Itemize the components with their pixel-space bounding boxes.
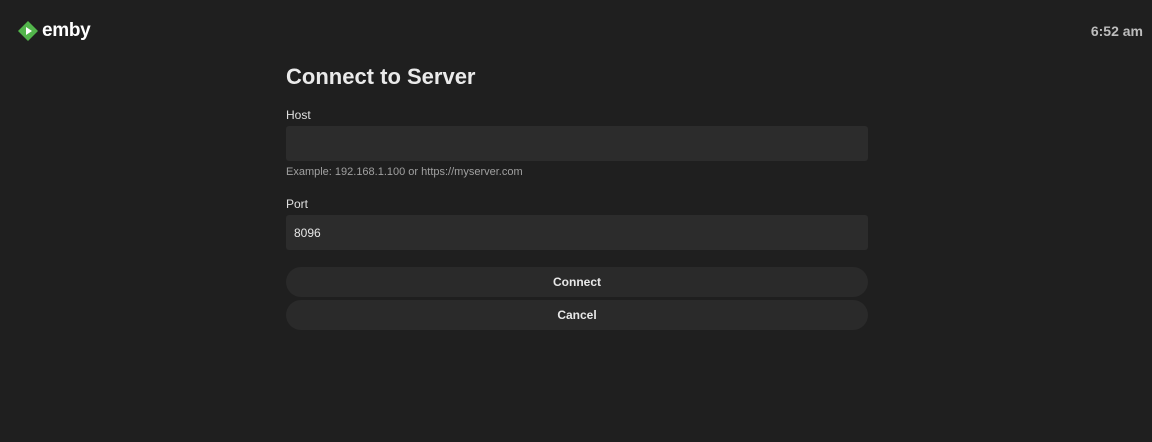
connect-server-form: Connect to Server Host Example: 192.168.… bbox=[286, 62, 868, 330]
port-input[interactable] bbox=[286, 215, 868, 250]
header: emby 6:52 am bbox=[0, 0, 1152, 62]
host-label: Host bbox=[286, 108, 311, 122]
cancel-button[interactable]: Cancel bbox=[286, 300, 868, 330]
logo-text: emby bbox=[42, 20, 91, 41]
emby-logo-icon bbox=[18, 21, 38, 41]
port-label: Port bbox=[286, 197, 309, 211]
clock: 6:52 am bbox=[1090, 23, 1143, 39]
connect-button[interactable]: Connect bbox=[286, 267, 868, 297]
emby-logo[interactable]: emby bbox=[18, 20, 91, 42]
host-hint: Example: 192.168.1.100 or https://myserv… bbox=[286, 166, 523, 178]
page-title: Connect to Server bbox=[286, 64, 476, 89]
host-input[interactable] bbox=[286, 126, 868, 161]
